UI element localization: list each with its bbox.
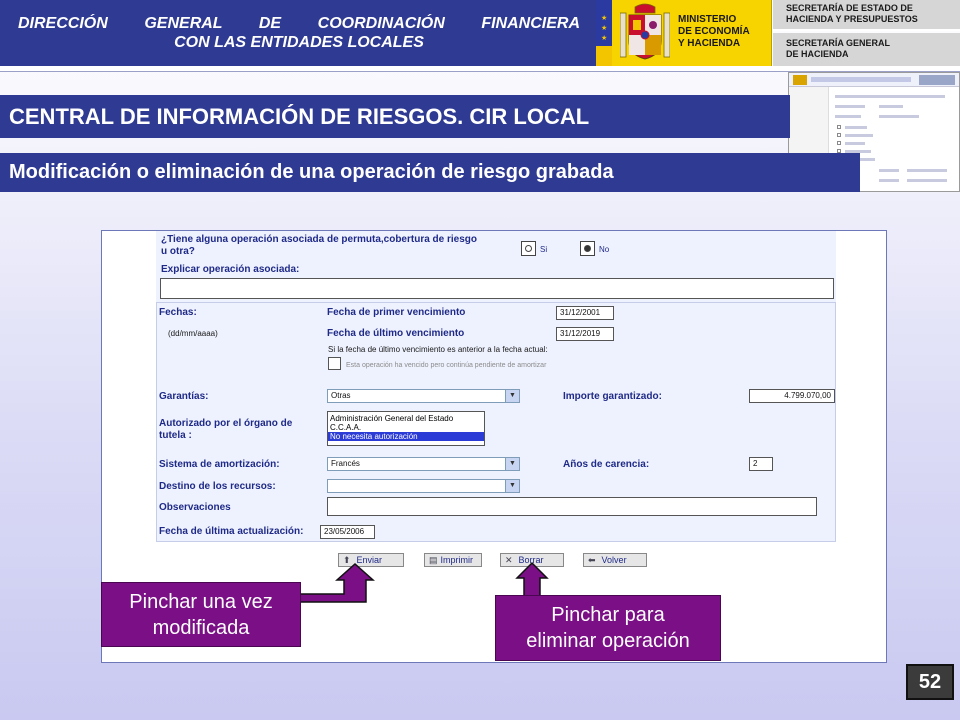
sistema-amortizacion-select[interactable]: Francés ▼	[327, 457, 520, 471]
callout-enviar-line2: modificada	[152, 617, 250, 639]
thumbnail-row	[879, 169, 899, 172]
callout-enviar: Pinchar una vez modificada	[101, 582, 301, 647]
arrow-enviar-icon	[297, 562, 375, 603]
ministry-line1: MINISTERIO	[678, 14, 737, 25]
primer-vencimiento-label: Fecha de primer vencimiento	[327, 307, 466, 318]
thumbnail-checkbox	[837, 125, 841, 129]
secretaria2-line2: DE HACIENDA	[786, 49, 849, 59]
autorizado-option[interactable]: C.C.A.A.	[328, 423, 484, 432]
fechas-label: Fechas:	[159, 307, 197, 318]
callout-enviar-line1: Pinchar una vez	[129, 591, 273, 613]
observaciones-label: Observaciones	[159, 502, 231, 513]
imprimir-button[interactable]: ▤ Imprimir	[424, 553, 482, 567]
nota-vencimiento: Si la fecha de último vencimiento es ant…	[328, 345, 548, 354]
ultimo-vencimiento-label: Fecha de último vencimiento	[327, 328, 465, 339]
autorizado-option-selected[interactable]: No necesita autorización	[328, 432, 484, 441]
volver-button-label: Volver	[601, 555, 627, 565]
autorizado-listbox[interactable]: Administración General del Estado C.C.A.…	[327, 411, 485, 446]
garantias-label: Garantías:	[159, 391, 209, 402]
volver-button[interactable]: ⬅ Volver	[583, 553, 647, 567]
eu-stars-strip: ★ ★ ★	[596, 0, 612, 66]
ministry-block: MINISTERIO DE ECONOMÍA Y HACIENDA	[612, 0, 772, 66]
chevron-down-icon: ▼	[505, 390, 519, 402]
page-number: 52	[906, 664, 954, 700]
thumbnail-row	[879, 105, 903, 108]
ministry-name: MINISTERIO DE ECONOMÍA Y HACIENDA	[678, 14, 750, 50]
page-subtitle: Modificación o eliminación de una operac…	[0, 153, 860, 192]
chevron-down-icon: ▼	[505, 458, 519, 470]
permuta-question-line2: u otra?	[161, 246, 195, 257]
radio-no[interactable]	[580, 241, 595, 256]
destino-label: Destino de los recursos:	[159, 481, 276, 492]
sistema-amortizacion-value: Francés	[331, 459, 360, 468]
permuta-question-line1: ¿Tiene alguna operación asociada de perm…	[161, 234, 478, 245]
thumbnail-row	[835, 115, 861, 118]
thumbnail-checkbox	[837, 133, 841, 137]
thumbnail-row	[845, 134, 873, 137]
close-icon: ✕	[505, 555, 513, 565]
directorate-banner: DIRECCIÓN GENERAL DE COORDINACIÓN FINANC…	[0, 0, 600, 66]
thumbnail-row	[845, 126, 867, 129]
directorate-line1: DIRECCIÓN GENERAL DE COORDINACIÓN FINANC…	[18, 15, 580, 32]
explicar-input[interactable]	[160, 278, 834, 299]
callout-borrar: Pinchar para eliminar operación	[495, 595, 721, 661]
radio-no-label: No	[599, 245, 610, 254]
imprimir-button-label: Imprimir	[440, 555, 474, 565]
thumbnail-row	[879, 179, 899, 182]
sistema-amortizacion-label: Sistema de amortización:	[159, 459, 280, 470]
radio-si[interactable]	[521, 241, 536, 256]
importe-input[interactable]: 4.799.070,00	[749, 389, 835, 403]
secretaria1-line1: SECRETARÍA DE ESTADO DE	[786, 3, 913, 13]
callout-borrar-line1: Pinchar para	[551, 604, 665, 626]
thumbnail-logo	[793, 75, 807, 85]
callout-borrar-line2: eliminar operación	[526, 630, 690, 652]
primer-vencimiento-input[interactable]: 31/12/2001	[556, 306, 614, 320]
chevron-down-icon: ▼	[505, 480, 519, 492]
thumbnail-title-bar	[811, 77, 911, 82]
autorizado-label-line2: tutela :	[159, 430, 192, 441]
autorizado-label-line1: Autorizado por el órgano de	[159, 418, 293, 429]
ministry-line3: Y HACIENDA	[678, 38, 741, 49]
printer-icon: ▤	[429, 555, 438, 565]
actualizacion-label: Fecha de última actualización:	[159, 526, 304, 537]
vencida-checkbox[interactable]	[328, 357, 341, 370]
autorizado-option[interactable]: Administración General del Estado	[328, 414, 484, 423]
secretaria-general: SECRETARÍA GENERAL DE HACIENDA	[773, 33, 960, 66]
secretaria1-line2: HACIENDA Y PRESUPUESTOS	[786, 14, 918, 24]
explicar-label: Explicar operación asociada:	[161, 264, 300, 275]
thumbnail-row	[879, 115, 919, 118]
thumbnail-row	[835, 105, 865, 108]
actualizacion-input[interactable]: 23/05/2006	[320, 525, 375, 539]
carencia-label: Años de carencia:	[563, 459, 650, 470]
thumbnail-row	[907, 179, 947, 182]
radio-si-label: Si	[540, 245, 548, 254]
secretaria2-line1: SECRETARÍA GENERAL	[786, 38, 891, 48]
garantias-select[interactable]: Otras ▼	[327, 389, 520, 403]
thumbnail-row	[835, 95, 945, 98]
directorate-line2: CON LAS ENTIDADES LOCALES	[174, 34, 424, 51]
secretaria-estado: SECRETARÍA DE ESTADO DE HACIENDA Y PRESU…	[773, 0, 960, 31]
ultimo-vencimiento-input[interactable]: 31/12/2019	[556, 327, 614, 341]
destino-select[interactable]: ▼	[327, 479, 520, 493]
observaciones-input[interactable]	[327, 497, 817, 516]
vencida-checkbox-label: Esta operación ha vencido pero continúa …	[346, 362, 547, 369]
thumbnail-banner	[919, 75, 955, 85]
arrow-borrar-icon	[515, 561, 549, 599]
thumbnail-row	[845, 142, 865, 145]
garantias-value: Otras	[331, 391, 351, 400]
carencia-input[interactable]: 2	[749, 457, 773, 471]
page-title: CENTRAL DE INFORMACIÓN DE RIESGOS. CIR L…	[0, 95, 790, 138]
arrow-left-icon: ⬅	[588, 555, 596, 565]
importe-label: Importe garantizado:	[563, 391, 662, 402]
fechas-format: (dd/mm/aaaa)	[168, 329, 218, 338]
thumbnail-checkbox	[837, 141, 841, 145]
ministry-line2: DE ECONOMÍA	[678, 26, 750, 37]
coat-of-arms-icon	[620, 3, 670, 60]
thumbnail-row	[907, 169, 947, 172]
